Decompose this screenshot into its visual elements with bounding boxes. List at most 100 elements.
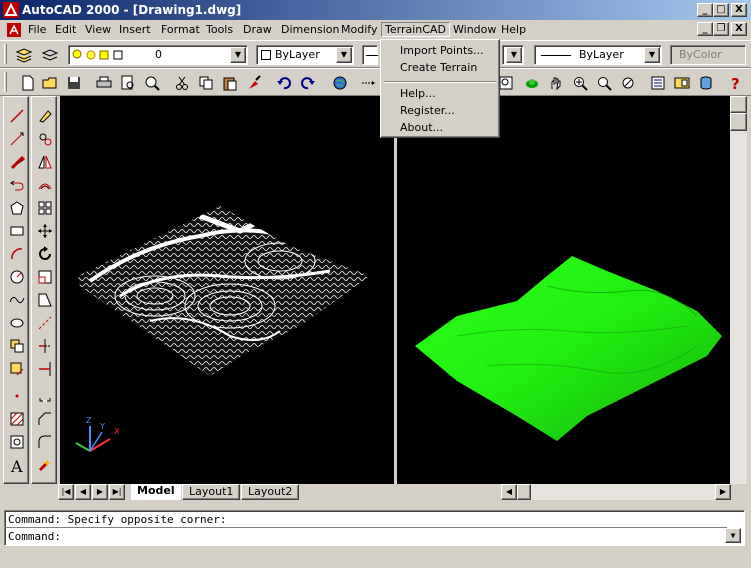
make-layer-current-icon[interactable] [40, 45, 60, 65]
menu-tools[interactable]: Tools [203, 23, 236, 38]
offset-icon[interactable] [35, 174, 55, 195]
lengthen-icon[interactable] [35, 312, 55, 333]
break-icon[interactable] [35, 385, 55, 406]
trim-icon[interactable] [35, 335, 55, 356]
line-icon[interactable] [7, 105, 27, 126]
make-block-icon[interactable] [7, 358, 27, 379]
help-icon[interactable]: ? [726, 73, 746, 93]
save-icon[interactable] [64, 73, 84, 93]
scroll-up-button[interactable] [730, 96, 747, 113]
insert-block-icon[interactable] [7, 335, 27, 356]
viewport-right-shaded[interactable] [397, 96, 730, 484]
document-icon[interactable] [6, 22, 22, 38]
3d-orbit-icon[interactable] [522, 73, 542, 93]
chamfer-icon[interactable] [35, 408, 55, 429]
region-icon[interactable] [7, 431, 27, 452]
properties-icon[interactable] [648, 73, 668, 93]
zoom-previous-icon[interactable] [618, 73, 638, 93]
toolbar-grip[interactable] [4, 72, 7, 92]
lineweight-dropdown-arrow[interactable]: ▼ [644, 47, 660, 63]
color-dropdown-arrow[interactable]: ▼ [336, 47, 352, 63]
polygon-icon[interactable] [7, 174, 27, 195]
match-properties-icon[interactable] [244, 73, 264, 93]
menu-item-import-points[interactable]: Import Points... [384, 43, 496, 60]
close-button[interactable]: X [731, 3, 747, 17]
open-icon[interactable] [40, 73, 60, 93]
mirror-icon[interactable] [35, 151, 55, 172]
menu-terraincad[interactable]: TerrainCAD [381, 22, 450, 37]
array-icon[interactable] [35, 197, 55, 218]
extend-icon[interactable] [35, 358, 55, 379]
menu-draw[interactable]: Draw [240, 23, 275, 38]
layers-icon[interactable] [14, 45, 34, 65]
copy-object-icon[interactable] [35, 128, 55, 149]
viewport-left-wireframe[interactable]: Z X Y [60, 96, 394, 484]
erase-icon[interactable] [35, 105, 55, 126]
linetype-combo[interactable] [362, 45, 378, 65]
horizontal-scrollbar[interactable]: ◀ ▶ [501, 484, 731, 500]
plotstyle-combo[interactable]: ByColor [670, 45, 746, 65]
dbconnect-icon[interactable] [696, 73, 716, 93]
rectangle-icon[interactable] [7, 220, 27, 241]
polyline-icon[interactable] [7, 151, 27, 172]
menu-window[interactable]: Window [450, 23, 499, 38]
linetype-combo-end[interactable]: ▼ [502, 45, 524, 65]
menu-view[interactable]: View [82, 23, 114, 38]
menu-item-about[interactable]: About... [384, 120, 496, 137]
menu-dimension[interactable]: Dimension [278, 23, 342, 38]
scale-icon[interactable] [35, 266, 55, 287]
move-icon[interactable] [35, 220, 55, 241]
construction-line-icon[interactable] [7, 128, 27, 149]
menu-insert[interactable]: Insert [116, 23, 154, 38]
autocad-app-icon[interactable] [3, 2, 19, 18]
first-tab-button[interactable]: |◀ [58, 484, 74, 500]
browse-web-icon[interactable] [330, 73, 350, 93]
ucs-icon[interactable] [358, 73, 378, 93]
cut-icon[interactable] [172, 73, 192, 93]
tab-layout2[interactable]: Layout2 [241, 484, 300, 500]
point-icon[interactable] [7, 385, 27, 406]
command-window[interactable]: Command: Specify opposite corner: Comman… [4, 510, 745, 546]
lineweight-combo[interactable]: ByLayer ▼ [534, 45, 662, 65]
maximize-button[interactable]: □ [713, 3, 729, 17]
arc-icon[interactable] [7, 243, 27, 264]
print-icon[interactable] [94, 73, 114, 93]
menu-file[interactable]: File [25, 23, 49, 38]
menu-item-help[interactable]: Help... [384, 86, 496, 103]
tab-layout1[interactable]: Layout1 [182, 484, 241, 500]
scroll-left-button[interactable]: ◀ [501, 484, 517, 500]
stretch-icon[interactable] [35, 289, 55, 310]
design-center-icon[interactable] [672, 73, 692, 93]
doc-restore-button[interactable]: ❐ [713, 22, 729, 36]
menu-help[interactable]: Help [498, 23, 529, 38]
menu-edit[interactable]: Edit [52, 23, 79, 38]
redo-icon[interactable] [298, 73, 318, 93]
next-tab-button[interactable]: ▶ [92, 484, 108, 500]
new-icon[interactable] [18, 73, 38, 93]
menu-modify[interactable]: Modify [338, 23, 380, 38]
vertical-scrollbar[interactable] [730, 96, 747, 484]
layer-dropdown-arrow[interactable]: ▼ [230, 47, 246, 63]
spell-icon[interactable] [142, 73, 162, 93]
menu-item-register[interactable]: Register... [384, 103, 496, 120]
fillet-icon[interactable] [35, 431, 55, 452]
circle-icon[interactable] [7, 266, 27, 287]
minimize-button[interactable]: _ [697, 3, 713, 17]
explode-icon[interactable] [35, 454, 55, 475]
zoom-realtime-icon[interactable] [570, 73, 590, 93]
menu-item-create-terrain[interactable]: Create Terrain [384, 60, 496, 77]
scroll-thumb-horizontal[interactable] [517, 484, 531, 500]
print-preview-icon[interactable] [118, 73, 138, 93]
undo-icon[interactable] [274, 73, 294, 93]
layer-combo[interactable]: 0 ▼ [68, 45, 248, 65]
last-tab-button[interactable]: ▶| [109, 484, 125, 500]
command-prompt[interactable]: Command: [8, 530, 61, 543]
tab-model[interactable]: Model [131, 484, 181, 500]
text-icon[interactable]: A [7, 454, 27, 475]
scroll-thumb[interactable] [730, 113, 747, 131]
menu-format[interactable]: Format [158, 23, 203, 38]
doc-minimize-button[interactable]: _ [697, 22, 713, 36]
hatch-icon[interactable] [7, 408, 27, 429]
spline-icon[interactable] [7, 289, 27, 310]
pan-realtime-icon[interactable] [546, 73, 566, 93]
